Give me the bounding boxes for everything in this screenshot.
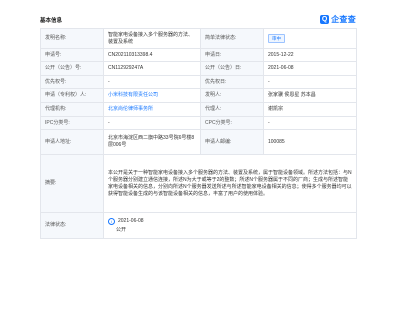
legal-status-label: 简单法律状态: <box>200 28 264 49</box>
table-row: 优先权号: - 优先权日: - <box>40 75 357 89</box>
priority-number-value: - <box>103 75 201 89</box>
applicant-label: 申请（专利权）人: <box>40 88 104 103</box>
publication-number-value: CN112929247A <box>103 61 201 76</box>
table-row: 代理机构: 北京尚伦律师事务所 代理人: 谢凯宗 <box>40 102 357 117</box>
applicant-address-label: 申请人地址: <box>40 129 104 155</box>
law-status-label: 法律状态: <box>40 212 104 239</box>
table-row: 申请号: CN202110313398.4 申请日: 2015-12-22 <box>40 48 357 62</box>
agent-value: 谢凯宗 <box>263 102 357 117</box>
table-row: 法律状态: i 2021-06-08 公开 <box>40 212 357 239</box>
law-status-timeline: i 2021-06-08 公开 <box>108 217 352 234</box>
table-row: 发明名称: 智能家电设备接入多个服务器的方法、装置及系统 简单法律状态: 审中 <box>40 28 357 49</box>
patent-info-table: 发明名称: 智能家电设备接入多个服务器的方法、装置及系统 简单法律状态: 审中 … <box>40 28 357 239</box>
section-title: 基本信息 <box>40 18 63 24</box>
law-status-cell: i 2021-06-08 公开 <box>103 212 357 239</box>
inventor-label: 发明人: <box>200 88 264 103</box>
panel-header: 基本信息 Q 企查查 <box>40 14 356 28</box>
legal-status-badge: 审中 <box>268 34 285 43</box>
application-number-value: CN202110313398.4 <box>103 48 201 62</box>
ipc-label: IPC分类号: <box>40 116 104 130</box>
patent-info-panel: 基本信息 Q 企查查 发明名称: 智能家电设备接入多个服务器的方法、装置及系统 … <box>40 14 357 239</box>
publication-number-label: 公开（公告）号: <box>40 61 104 76</box>
applicant-link[interactable]: 小米科技有限责任公司 <box>108 92 158 98</box>
table-row: 申请人地址: 北京市海淀区西二旗中路33号院6号楼8层006号 申请人邮编: 1… <box>40 129 357 155</box>
publication-date-label: 公开（公告）日: <box>200 61 264 76</box>
application-date-label: 申请日: <box>200 48 264 62</box>
table-row: 申请（专利权）人: 小米科技有限责任公司 发明人: 张家骥 侯恩星 苏本昌 <box>40 88 357 103</box>
timeline-entry: i 2021-06-08 <box>108 217 352 225</box>
timeline-info-icon: i <box>108 217 115 225</box>
agency-link[interactable]: 北京尚伦律师事务所 <box>108 106 153 112</box>
ipc-value: - <box>103 116 201 130</box>
priority-date-label: 优先权日: <box>200 75 264 89</box>
abstract-label: 摘要: <box>40 154 104 213</box>
abstract-value: 本公开是关于一种智能家电设备接入多个服务器的方法、装置及系统，属于智能设备领域。… <box>103 154 357 213</box>
law-status-date: 2021-06-08 <box>118 217 144 224</box>
invention-name-label: 发明名称: <box>40 28 104 49</box>
application-number-label: 申请号: <box>40 48 104 62</box>
law-status-text: 公开 <box>116 226 127 233</box>
table-row: IPC分类号: - CPC分类号: - <box>40 116 357 130</box>
inventor-value: 张家骥 侯恩星 苏本昌 <box>263 88 357 103</box>
table-row: 公开（公告）号: CN112929247A 公开（公告）日: 2021-06-0… <box>40 61 357 76</box>
applicant-postcode-label: 申请人邮编: <box>200 129 264 155</box>
priority-date-value: - <box>263 75 357 89</box>
qichacha-logo-icon: Q <box>320 15 330 24</box>
cpc-value: - <box>263 116 357 130</box>
application-date-value: 2015-12-22 <box>263 48 357 62</box>
agent-label: 代理人: <box>200 102 264 117</box>
invention-name-value: 智能家电设备接入多个服务器的方法、装置及系统 <box>103 28 201 49</box>
qichacha-logo[interactable]: Q 企查查 <box>320 14 356 25</box>
table-row: 摘要: 本公开是关于一种智能家电设备接入多个服务器的方法、装置及系统，属于智能设… <box>40 154 357 213</box>
applicant-postcode-value: 100085 <box>263 129 357 155</box>
cpc-label: CPC分类号: <box>200 116 264 130</box>
publication-date-value: 2021-06-08 <box>263 61 357 76</box>
brand-name: 企查查 <box>331 15 356 24</box>
priority-number-label: 优先权号: <box>40 75 104 89</box>
agency-label: 代理机构: <box>40 102 104 117</box>
applicant-address-value: 北京市海淀区西二旗中路33号院6号楼8层006号 <box>103 129 201 155</box>
